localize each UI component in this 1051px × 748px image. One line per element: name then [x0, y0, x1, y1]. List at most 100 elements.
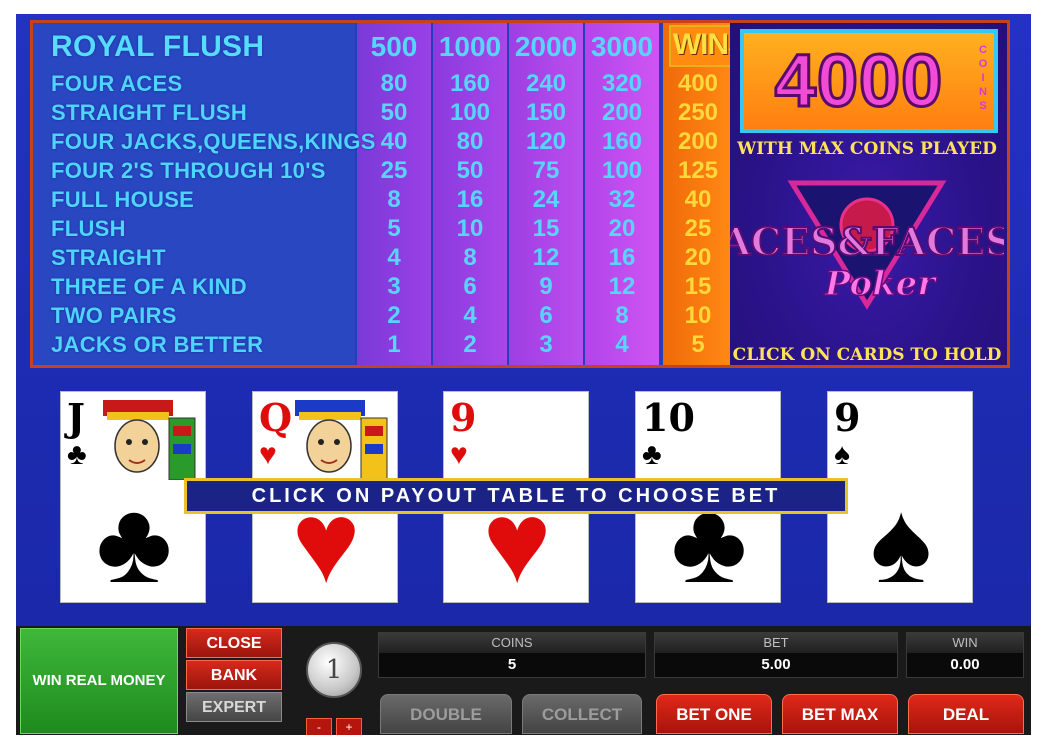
- coins-value: 5: [507, 656, 517, 673]
- payout-value: 50: [456, 157, 484, 184]
- double-button[interactable]: DOUBLE: [380, 694, 512, 734]
- payout-value: 32: [608, 186, 636, 213]
- win-value-cell: 20: [684, 244, 712, 271]
- payout-row[interactable]: FULL HOUSE 8 16 24 32 40: [33, 185, 733, 214]
- payout-value: 5: [387, 215, 401, 242]
- payout-value: 40: [380, 128, 408, 155]
- payout-value: 6: [463, 273, 477, 300]
- payout-row[interactable]: FOUR 2'S THROUGH 10'S 25 50 75 100 125: [33, 156, 733, 185]
- deal-button[interactable]: DEAL: [908, 694, 1024, 734]
- choose-bet-banner: CLICK ON PAYOUT TABLE TO CHOOSE BET: [184, 478, 848, 514]
- win-value-cell: 15: [684, 273, 712, 300]
- payout-value: 8: [387, 186, 401, 213]
- bet-value: 5.00: [761, 656, 791, 673]
- payout-row[interactable]: JACKS OR BETTER 1 2 3 4 5: [33, 330, 733, 359]
- payout-row[interactable]: FOUR JACKS,QUEENS,KINGS 40 80 120 160 200: [33, 127, 733, 156]
- hand-name: FLUSH: [51, 216, 126, 241]
- payout-value: 9: [539, 273, 553, 300]
- payout-value: 240: [525, 70, 567, 97]
- card-suit-small-icon: ♥: [450, 438, 468, 471]
- collect-button[interactable]: COLLECT: [522, 694, 642, 734]
- win-label: WIN: [907, 633, 1023, 653]
- promo-panel: 4000 COINS WITH MAX COINS PLAYED ACES&FA…: [730, 20, 1010, 368]
- payout-row[interactable]: TWO PAIRS 2 4 6 8 10: [33, 301, 733, 330]
- win-value-cell: 40: [684, 186, 712, 213]
- coins-label: COINS: [379, 633, 645, 653]
- bet-max-button[interactable]: BET MAX: [782, 694, 898, 734]
- card-rank: Q: [259, 395, 293, 440]
- win-real-money-button[interactable]: WIN REAL MONEY: [20, 628, 178, 734]
- payout-value: 25: [380, 157, 408, 184]
- payout-value: 1: [387, 331, 401, 358]
- hand-name: THREE OF A KIND: [51, 274, 247, 299]
- payout-value: 2000: [514, 31, 578, 62]
- payout-value: 160: [601, 128, 643, 155]
- payout-row[interactable]: THREE OF A KIND 3 6 9 12 15: [33, 272, 733, 301]
- card-suit-small-icon: ♠: [834, 438, 850, 471]
- payout-value: 10: [456, 215, 484, 242]
- payout-value: 3: [387, 273, 401, 300]
- payout-value: 1000: [438, 31, 502, 62]
- bank-button[interactable]: BANK: [186, 660, 282, 690]
- max-coins-text: WITH MAX COINS PLAYED: [737, 139, 997, 159]
- win-value: 0.00: [950, 656, 980, 673]
- logo-line1: ACES&FACES: [730, 219, 1004, 264]
- payout-value: 80: [456, 128, 484, 155]
- card-rank: 9: [450, 395, 477, 440]
- close-button[interactable]: CLOSE: [186, 628, 282, 658]
- payout-value: 100: [601, 157, 643, 184]
- bet-meter: BET 5.00: [654, 632, 898, 678]
- payout-value: 320: [601, 70, 643, 97]
- payout-value: 3: [539, 331, 553, 358]
- logo-line2: Poker: [824, 264, 938, 304]
- hand-name: JACKS OR BETTER: [51, 332, 264, 357]
- hand-name: TWO PAIRS: [51, 303, 177, 328]
- payout-value: 24: [532, 186, 560, 213]
- coin-increase-button[interactable]: +: [336, 718, 362, 735]
- hand-name: STRAIGHT FLUSH: [51, 100, 248, 125]
- expert-button[interactable]: EXPERT: [186, 692, 282, 722]
- aces-and-faces-logo: ACES&FACES Poker: [730, 180, 1004, 310]
- payout-row[interactable]: ROYAL FLUSH 500 1000 2000 3000: [33, 25, 733, 63]
- win-value-cell: 10: [684, 302, 712, 329]
- card-rank: 9: [834, 395, 861, 440]
- win-value-cell: 200: [677, 128, 719, 155]
- hand-name: STRAIGHT: [51, 245, 166, 270]
- payout-row[interactable]: STRAIGHT 4 8 12 16 20: [33, 243, 733, 272]
- payout-value: 8: [463, 244, 477, 271]
- payout-value: 500: [370, 31, 418, 62]
- bet-one-button[interactable]: BET ONE: [656, 694, 772, 734]
- coin-decrease-button[interactable]: -: [306, 718, 332, 735]
- jackpot-box: 4000 COINS: [740, 29, 998, 133]
- playing-card-5[interactable]: 9 ♠ ♠: [827, 391, 973, 603]
- payout-value: 2: [387, 302, 401, 329]
- game-window: ROYAL FLUSH 500 1000 2000 3000 FOUR ACES 80 160…: [16, 14, 1031, 735]
- coin-value-chip[interactable]: 1: [306, 642, 362, 698]
- win-value-cell: 250: [677, 99, 719, 126]
- hand-name: FOUR JACKS,QUEENS,KINGS: [51, 129, 376, 154]
- payout-row[interactable]: FOUR ACES 80 160 240 320 400: [33, 69, 733, 98]
- payout-table[interactable]: ROYAL FLUSH 500 1000 2000 3000 FOUR ACES 80 160…: [30, 20, 767, 368]
- payout-value: 15: [532, 215, 560, 242]
- payout-value: 12: [608, 273, 636, 300]
- hold-instruction: CLICK ON CARDS TO HOLD: [732, 345, 1002, 365]
- win-value-cell: 25: [684, 215, 712, 242]
- payout-value: 12: [532, 244, 560, 271]
- jackpot-amount: 4000: [773, 38, 944, 124]
- win-value-cell: 400: [677, 70, 719, 97]
- payout-value: 2: [463, 331, 477, 358]
- payout-row[interactable]: STRAIGHT FLUSH 50 100 150 200 250: [33, 98, 733, 127]
- payout-value: 100: [449, 99, 491, 126]
- payout-value: 75: [532, 157, 560, 184]
- card-suit-large-icon: ♠: [870, 477, 932, 607]
- payout-value: 4: [387, 244, 401, 271]
- payout-row[interactable]: FLUSH 5 10 15 20 25: [33, 214, 733, 243]
- banner-text: CLICK ON PAYOUT TABLE TO CHOOSE BET: [251, 485, 781, 507]
- card-suit-small-icon: ♥: [259, 438, 277, 471]
- hand-name: FOUR ACES: [51, 71, 183, 96]
- card-suit-small-icon: ♣: [67, 438, 87, 471]
- payout-value: 3000: [590, 31, 654, 62]
- payout-value: 16: [456, 186, 484, 213]
- payout-value: 4: [615, 331, 629, 358]
- card-rank: 10: [642, 395, 695, 440]
